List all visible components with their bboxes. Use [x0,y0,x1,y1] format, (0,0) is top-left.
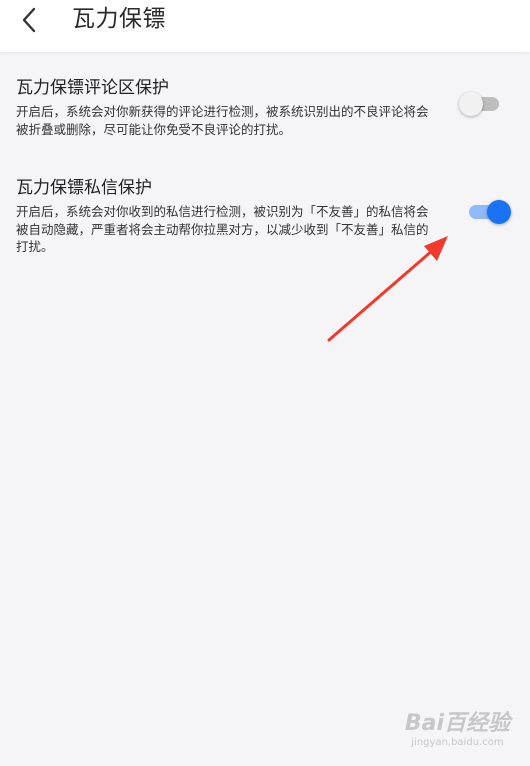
setting-description: 开启后，系统会对你新获得的评论进行检测，被系统识别出的不良评论将会被折叠或删除，… [16,104,429,137]
page-title: 瓦力保镖 [72,6,166,32]
watermark-logo: Bai百经验 [404,711,510,736]
toggle-knob [487,200,511,224]
message-protection-toggle[interactable] [469,200,513,226]
setting-title: 瓦力保镖私信保护 [16,178,152,198]
toggle-knob [459,92,483,116]
watermark: Bai百经验 jingyan.baidu.com [405,705,510,748]
setting-message-protection: 瓦力保镖私信保护 开启后，系统会对你收到的私信进行检测，被识别为「不友善」的私信… [16,177,436,256]
chevron-left-icon [22,7,36,33]
app-header: 瓦力保镖 [0,0,530,52]
comment-protection-toggle[interactable] [459,92,503,118]
setting-title: 瓦力保镖评论区保护 [16,78,169,98]
back-button[interactable] [14,3,48,37]
setting-comment-protection: 瓦力保镖评论区保护 开启后，系统会对你新获得的评论进行检测，被系统识别出的不良评… [16,77,436,138]
setting-description: 开启后，系统会对你收到的私信进行检测，被识别为「不友善」的私信将会被自动隐藏，严… [16,204,429,254]
watermark-url: jingyan.baidu.com [411,737,504,748]
